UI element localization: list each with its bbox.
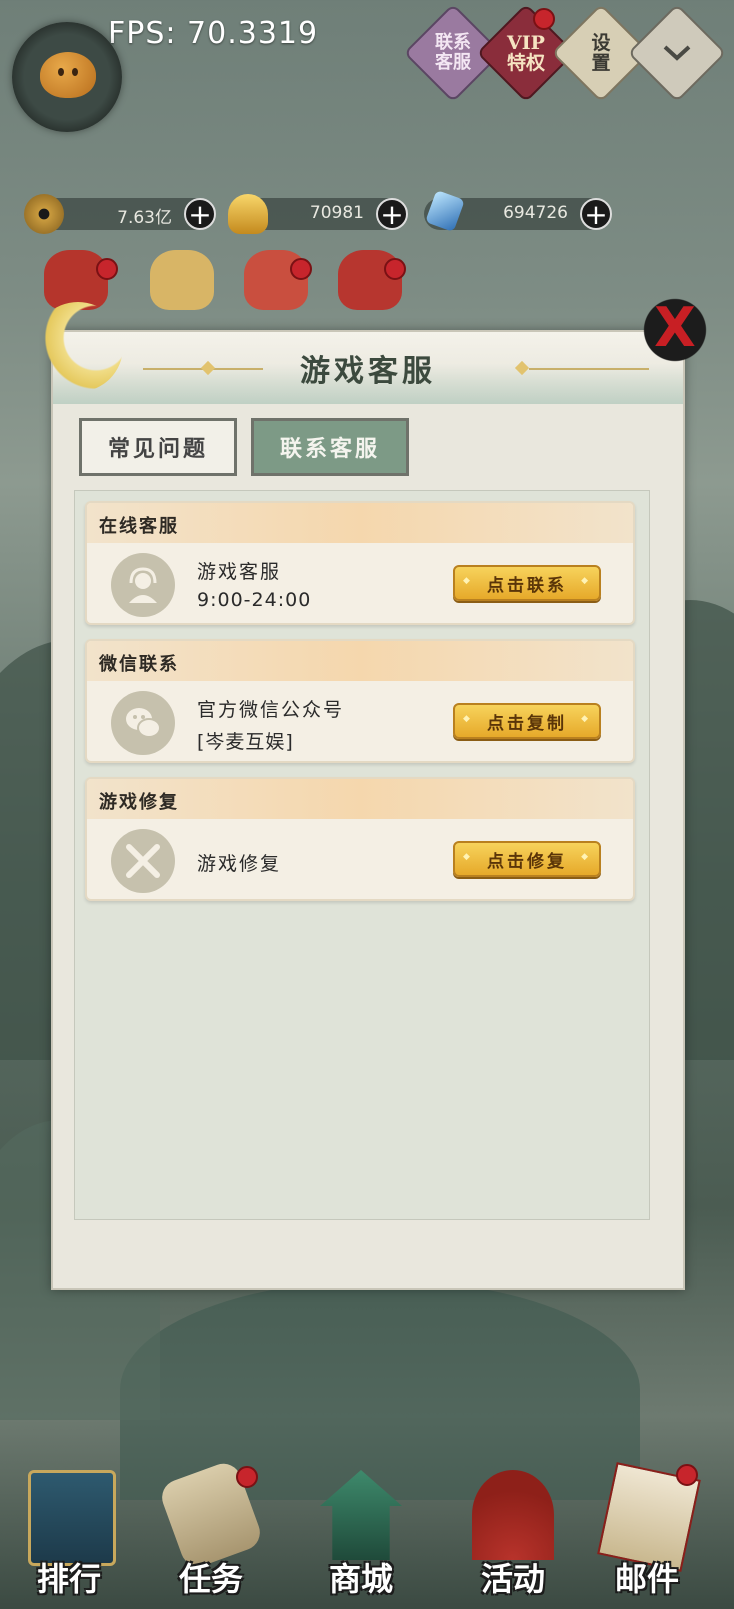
tab-faq[interactable]: 常见问题 [79, 418, 237, 476]
vip-notification-dot [533, 8, 555, 30]
dialog-header: 游戏客服 [53, 332, 683, 404]
wechat-icon [111, 691, 175, 755]
repair-button[interactable]: 点击修复 [453, 841, 601, 877]
event-gift-icon[interactable] [44, 250, 108, 310]
copy-button[interactable]: 点击复制 [453, 703, 601, 739]
event-notification-dot [96, 258, 118, 280]
nav-shop[interactable]: 商城 [306, 1470, 416, 1600]
gold-ingot-icon [228, 194, 268, 234]
currency-diamond: 694726 + [424, 189, 612, 233]
card-header: 微信联系 [87, 641, 633, 681]
wechat-contact-card: 微信联系 官方微信公众号 [岑麦互娱] 点击复制 [85, 639, 635, 763]
vip-privilege-label: VIP 特权 [506, 31, 545, 74]
event-fan-icon [472, 1470, 554, 1560]
wechat-account-label: 官方微信公众号 [197, 699, 345, 721]
nav-tasks-label: 任务 [178, 1560, 243, 1598]
mail-notification-dot [676, 1464, 698, 1486]
shop-pavilion-icon [320, 1470, 402, 1560]
wechat-account-name: [岑麦互娱] [197, 731, 294, 753]
card-title: 在线客服 [99, 516, 179, 537]
settings-label: 设 置 [591, 32, 611, 74]
fortune-cat-icon[interactable] [150, 250, 214, 310]
diamond-icon [425, 189, 465, 233]
gold-amount: 70981 [309, 203, 364, 223]
fps-counter: FPS: 70.3319 [108, 16, 319, 51]
contact-service-label: 联系 客服 [435, 32, 471, 73]
card-header: 游戏修复 [87, 779, 633, 819]
currency-gold: 70981 + [228, 194, 408, 234]
add-diamond-button[interactable]: + [580, 198, 612, 230]
add-gold-button[interactable]: + [376, 198, 408, 230]
card-title: 游戏修复 [99, 792, 179, 813]
title-line-right [529, 368, 649, 370]
player-avatar[interactable] [12, 22, 122, 132]
copper-amount: 7.63亿 [117, 208, 172, 228]
service-hours: 9:00-24:00 [197, 589, 312, 611]
card-header: 在线客服 [87, 503, 633, 543]
nav-shop-label: 商城 [328, 1560, 393, 1598]
close-button[interactable]: X [639, 294, 711, 366]
online-service-card: 在线客服 游戏客服 9:00-24:00 点击联系 [85, 501, 635, 625]
avatar-face-icon [40, 52, 96, 98]
nav-events-label: 活动 [480, 1560, 545, 1598]
nav-tasks[interactable]: 任务 [156, 1458, 266, 1600]
copper-coin-icon [24, 194, 64, 234]
lucky-bag-notification-dot [384, 258, 406, 280]
add-copper-button[interactable]: + [184, 198, 216, 230]
repair-label: 游戏修复 [197, 853, 282, 875]
nav-ranking[interactable]: 排行 [14, 1470, 124, 1600]
collapse-menu-button[interactable] [627, 3, 727, 103]
crescent-moon-icon [33, 302, 123, 392]
nav-mail[interactable]: 邮件 [592, 1462, 702, 1600]
diamond-amount: 694726 [503, 203, 568, 223]
currency-copper: 7.63亿 + [24, 194, 216, 234]
repair-tools-icon [111, 829, 175, 893]
customer-service-dialog: 游戏客服 X 常见问题 联系客服 在线客服 游戏客服 9:00-24:00 点击… [33, 294, 711, 1290]
tab-contact-service[interactable]: 联系客服 [251, 418, 409, 476]
chevron-down-icon [644, 20, 710, 86]
tab-content-panel: 在线客服 游戏客服 9:00-24:00 点击联系 微信联系 [74, 490, 650, 1220]
nav-mail-label: 邮件 [614, 1560, 679, 1598]
lantern-notification-dot [290, 258, 312, 280]
tasks-notification-dot [236, 1466, 258, 1488]
nav-ranking-label: 排行 [36, 1560, 101, 1598]
game-repair-card: 游戏修复 游戏修复 点击修复 [85, 777, 635, 901]
nav-events[interactable]: 活动 [458, 1470, 568, 1600]
headset-agent-icon [111, 553, 175, 617]
contact-button[interactable]: 点击联系 [453, 565, 601, 601]
ranking-banner-icon [28, 1470, 116, 1566]
card-title: 微信联系 [99, 654, 179, 675]
service-name: 游戏客服 [197, 561, 282, 583]
